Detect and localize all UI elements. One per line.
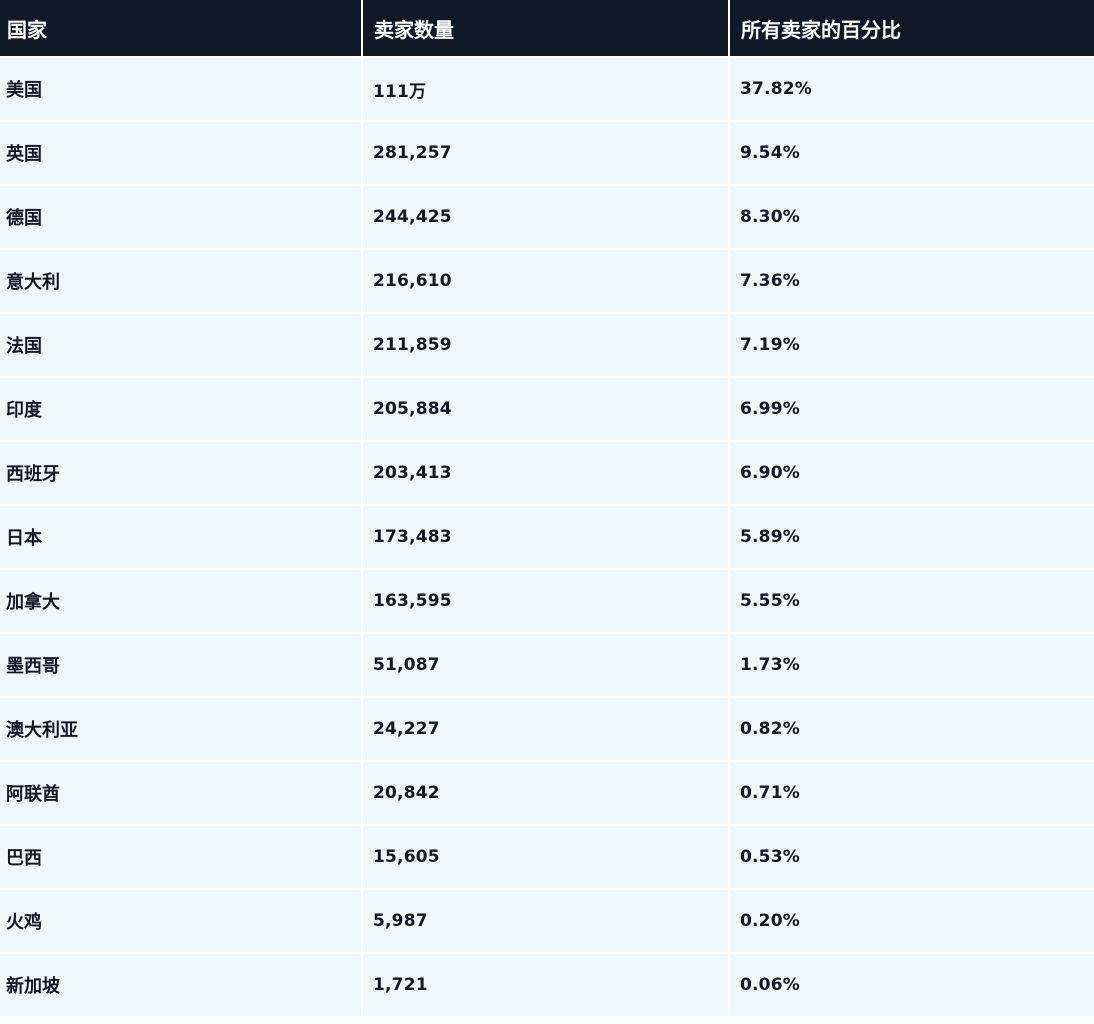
cell-country: 美国 xyxy=(0,58,363,122)
table-row: 印度 205,884 6.99% xyxy=(0,378,1094,442)
cell-seller-count: 20,842 xyxy=(363,762,730,826)
cell-percentage: 37.82% xyxy=(730,58,1094,122)
cell-percentage: 0.06% xyxy=(730,954,1094,1018)
cell-percentage: 5.55% xyxy=(730,570,1094,634)
table-row: 巴西 15,605 0.53% xyxy=(0,826,1094,890)
header-percentage: 所有卖家的百分比 xyxy=(730,0,1094,58)
cell-country: 日本 xyxy=(0,506,363,570)
cell-country: 法国 xyxy=(0,314,363,378)
table-row: 阿联酋 20,842 0.71% xyxy=(0,762,1094,826)
cell-country: 加拿大 xyxy=(0,570,363,634)
cell-seller-count: 111万 xyxy=(363,58,730,122)
table-header: 国家 卖家数量 所有卖家的百分比 xyxy=(0,0,1094,58)
table-row: 意大利 216,610 7.36% xyxy=(0,250,1094,314)
table-row: 德国 244,425 8.30% xyxy=(0,186,1094,250)
cell-percentage: 0.20% xyxy=(730,890,1094,954)
cell-country: 阿联酋 xyxy=(0,762,363,826)
cell-country: 意大利 xyxy=(0,250,363,314)
header-row: 国家 卖家数量 所有卖家的百分比 xyxy=(0,0,1094,58)
cell-country: 德国 xyxy=(0,186,363,250)
table-row: 法国 211,859 7.19% xyxy=(0,314,1094,378)
cell-country: 墨西哥 xyxy=(0,634,363,698)
table-row: 火鸡 5,987 0.20% xyxy=(0,890,1094,954)
cell-percentage: 0.53% xyxy=(730,826,1094,890)
cell-country: 印度 xyxy=(0,378,363,442)
table-row: 澳大利亚 24,227 0.82% xyxy=(0,698,1094,762)
cell-percentage: 0.82% xyxy=(730,698,1094,762)
cell-seller-count: 173,483 xyxy=(363,506,730,570)
table-row: 美国 111万 37.82% xyxy=(0,58,1094,122)
cell-percentage: 6.90% xyxy=(730,442,1094,506)
cell-country: 英国 xyxy=(0,122,363,186)
cell-seller-count: 5,987 xyxy=(363,890,730,954)
cell-percentage: 5.89% xyxy=(730,506,1094,570)
cell-country: 西班牙 xyxy=(0,442,363,506)
cell-country: 新加坡 xyxy=(0,954,363,1018)
cell-country: 澳大利亚 xyxy=(0,698,363,762)
cell-seller-count: 205,884 xyxy=(363,378,730,442)
table-body: 美国 111万 37.82% 英国 281,257 9.54% 德国 244,425 8.30%… xyxy=(0,58,1094,1018)
cell-percentage: 7.36% xyxy=(730,250,1094,314)
cell-seller-count: 216,610 xyxy=(363,250,730,314)
cell-country: 火鸡 xyxy=(0,890,363,954)
table-row: 加拿大 163,595 5.55% xyxy=(0,570,1094,634)
cell-seller-count: 163,595 xyxy=(363,570,730,634)
cell-seller-count: 24,227 xyxy=(363,698,730,762)
cell-percentage: 1.73% xyxy=(730,634,1094,698)
cell-seller-count: 203,413 xyxy=(363,442,730,506)
cell-seller-count: 244,425 xyxy=(363,186,730,250)
cell-seller-count: 281,257 xyxy=(363,122,730,186)
cell-percentage: 7.19% xyxy=(730,314,1094,378)
table-row: 墨西哥 51,087 1.73% xyxy=(0,634,1094,698)
cell-seller-count: 1,721 xyxy=(363,954,730,1018)
table-row: 西班牙 203,413 6.90% xyxy=(0,442,1094,506)
cell-percentage: 0.71% xyxy=(730,762,1094,826)
sellers-by-country-table: 国家 卖家数量 所有卖家的百分比 美国 111万 37.82% 英国 281,257 9.… xyxy=(0,0,1094,1018)
cell-seller-count: 51,087 xyxy=(363,634,730,698)
header-country: 国家 xyxy=(0,0,363,58)
cell-percentage: 6.99% xyxy=(730,378,1094,442)
cell-seller-count: 15,605 xyxy=(363,826,730,890)
cell-seller-count: 211,859 xyxy=(363,314,730,378)
cell-percentage: 8.30% xyxy=(730,186,1094,250)
cell-country: 巴西 xyxy=(0,826,363,890)
table-row: 英国 281,257 9.54% xyxy=(0,122,1094,186)
header-seller-count: 卖家数量 xyxy=(363,0,730,58)
table-row: 日本 173,483 5.89% xyxy=(0,506,1094,570)
cell-percentage: 9.54% xyxy=(730,122,1094,186)
table-row: 新加坡 1,721 0.06% xyxy=(0,954,1094,1018)
